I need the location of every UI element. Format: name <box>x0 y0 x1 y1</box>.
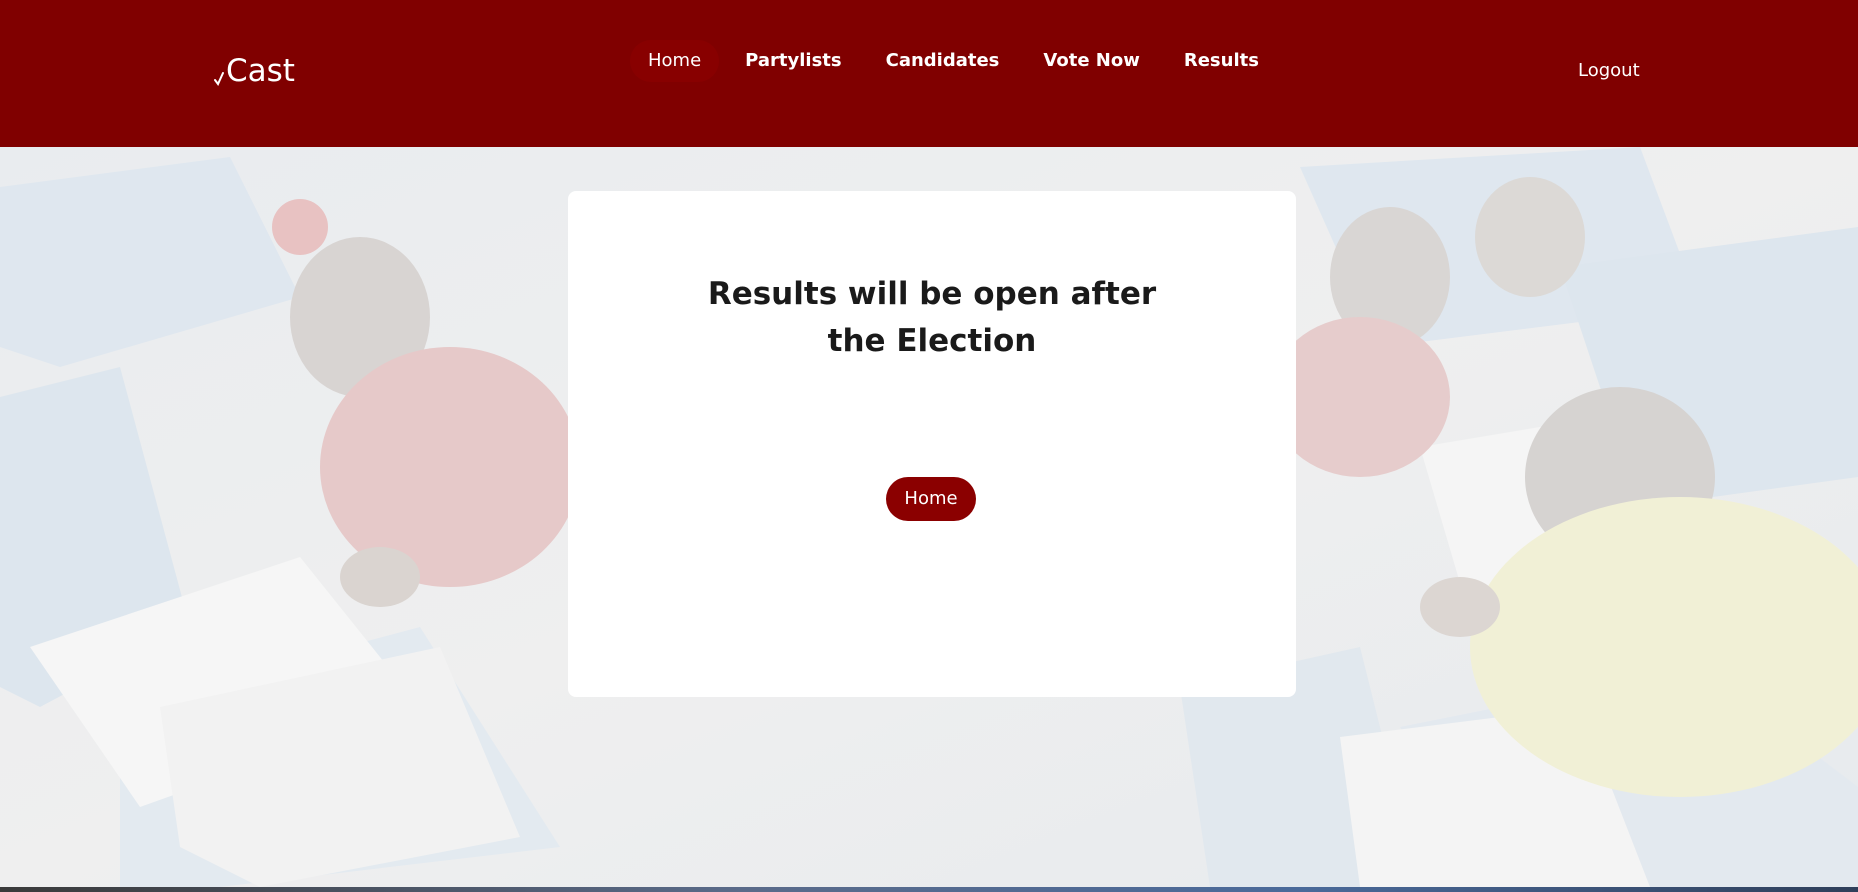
brand-logo[interactable]: Cast <box>214 52 295 90</box>
home-button[interactable]: Home <box>886 477 976 521</box>
nav-home[interactable]: Home <box>630 40 720 82</box>
logout-link[interactable]: Logout <box>1578 60 1640 82</box>
top-navbar: Cast Home Partylists Candidates Vote Now… <box>0 0 1858 147</box>
nav-results[interactable]: Results <box>1166 40 1277 82</box>
ballot-check-icon <box>214 72 224 86</box>
nav-partylists[interactable]: Partylists <box>727 40 859 82</box>
nav-vote-now[interactable]: Vote Now <box>1025 40 1157 82</box>
bottom-edge <box>0 887 1858 892</box>
brand-name: Cast <box>226 53 295 89</box>
main-nav: Home Partylists Candidates Vote Now Resu… <box>630 40 1285 82</box>
nav-candidates[interactable]: Candidates <box>868 40 1018 82</box>
results-closed-message: Results will be open after the Election <box>707 276 1157 359</box>
results-closed-card: Results will be open after the Election … <box>568 191 1296 697</box>
